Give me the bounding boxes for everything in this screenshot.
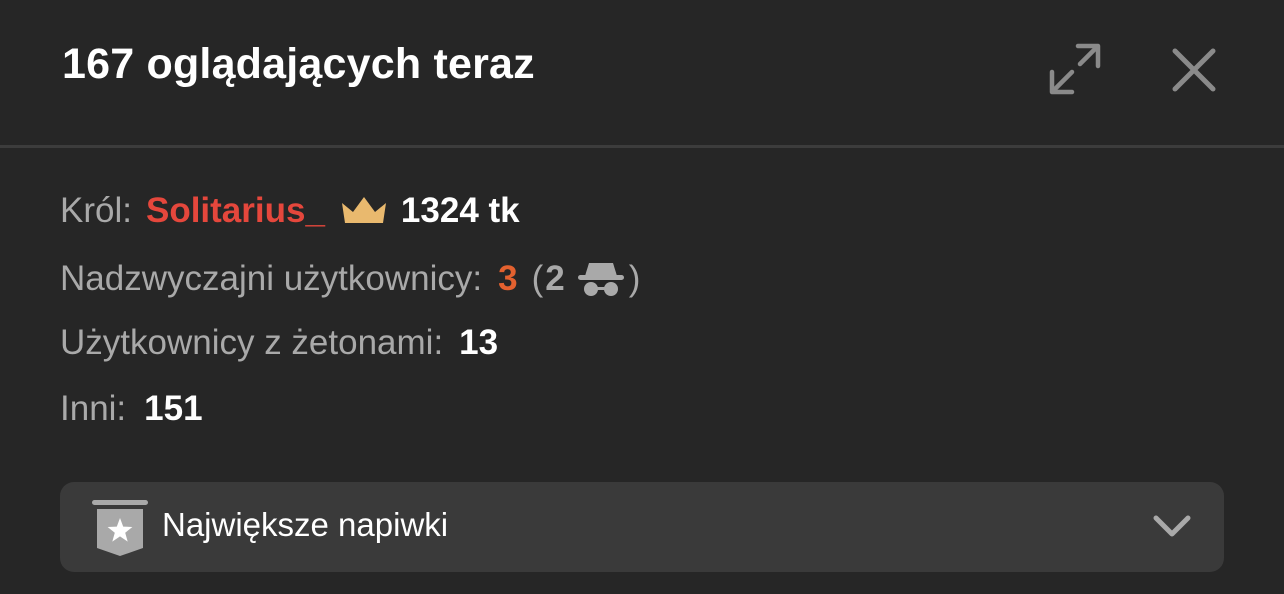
paren-close: ) bbox=[628, 259, 641, 298]
special-users-count: 3 bbox=[498, 259, 518, 298]
star-badge-icon bbox=[92, 500, 148, 556]
expand-icon bbox=[1049, 43, 1101, 95]
crown-icon bbox=[341, 197, 386, 223]
token-users-count: 13 bbox=[459, 323, 499, 362]
chevron-down-icon bbox=[1153, 515, 1191, 537]
token-users-row: Użytkownicy z żetonami: 13 bbox=[60, 318, 498, 368]
panel-header: 167 oglądających teraz bbox=[0, 0, 1284, 146]
incognito-icon bbox=[577, 263, 624, 296]
close-button[interactable] bbox=[1166, 42, 1222, 98]
others-label: Inni: bbox=[60, 389, 127, 428]
viewers-panel: 167 oglądających teraz Król: Solitarius_… bbox=[0, 0, 1284, 594]
king-row: Król: Solitarius_ 1324 tk bbox=[60, 186, 520, 236]
others-row: Inni: 151 bbox=[60, 384, 203, 434]
header-divider bbox=[0, 145, 1284, 148]
top-tips-dropdown[interactable]: Największe napiwki bbox=[60, 482, 1224, 572]
token-users-label: Użytkownicy z żetonami: bbox=[60, 323, 444, 362]
king-label: Król: bbox=[60, 191, 132, 230]
king-username[interactable]: Solitarius_ bbox=[146, 191, 325, 231]
close-icon bbox=[1172, 48, 1216, 92]
special-users-label: Nadzwyczajni użytkownicy: bbox=[60, 259, 483, 298]
others-count: 151 bbox=[144, 389, 203, 428]
top-tips-label: Największe napiwki bbox=[162, 506, 449, 543]
page-title: 167 oglądających teraz bbox=[62, 40, 535, 88]
expand-button[interactable] bbox=[1040, 38, 1108, 102]
paren-open: ( bbox=[531, 259, 544, 298]
king-tokens: 1324 tk bbox=[400, 191, 520, 230]
anonymous-users-count: 2 bbox=[545, 259, 565, 298]
special-users-row: Nadzwyczajni użytkownicy: 3 ( 2 ) bbox=[60, 254, 640, 304]
